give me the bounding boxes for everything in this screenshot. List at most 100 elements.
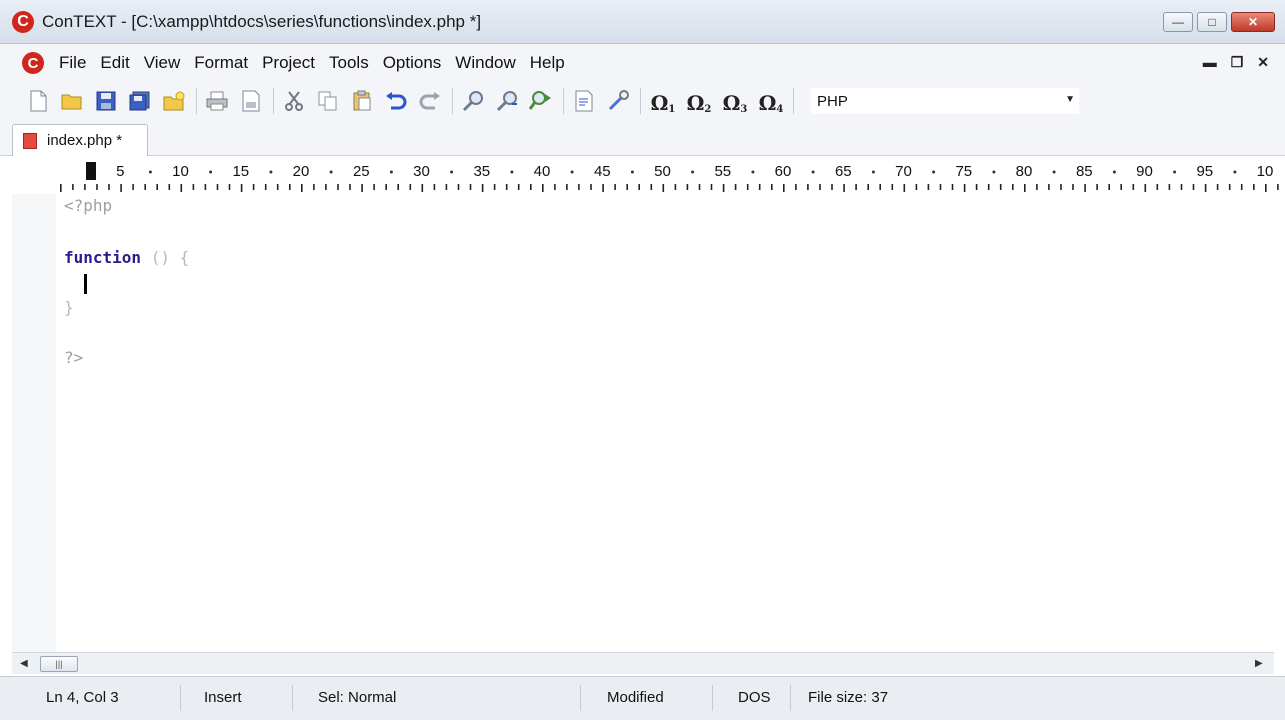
ruler-tick [337, 184, 339, 190]
ruler-label: 10 [172, 163, 189, 180]
status-selection-mode: Sel: Normal [318, 689, 397, 706]
ruler-dot [450, 170, 454, 174]
print-icon[interactable] [203, 87, 231, 115]
print-preview-icon[interactable] [237, 87, 265, 115]
ruler-dot [209, 170, 213, 174]
ruler-tick [289, 184, 291, 190]
minimize-button[interactable]: — [1163, 12, 1193, 32]
paste-icon[interactable] [348, 87, 376, 115]
find-next-icon[interactable] [493, 87, 521, 115]
undo-icon[interactable] [382, 87, 410, 115]
ruler-tick [650, 184, 653, 190]
ruler-tick [1084, 184, 1086, 192]
replace-icon[interactable] [527, 87, 555, 115]
macro-1-icon[interactable]: Ω1 [647, 87, 679, 115]
ruler-tick [638, 184, 640, 190]
redo-icon[interactable] [416, 87, 444, 115]
code-line-3: function () { [64, 246, 189, 270]
ruler-tick [1120, 184, 1122, 190]
ruler-label: 45 [594, 163, 611, 180]
macro-2-icon[interactable]: Ω2 [683, 87, 715, 115]
tab-index-php[interactable]: index.php * [12, 124, 148, 156]
ruler-tick [168, 184, 171, 190]
menu-view[interactable]: View [137, 53, 188, 73]
menu-help[interactable]: Help [523, 53, 572, 73]
ruler-tick [1216, 184, 1219, 190]
ruler-label: 55 [714, 163, 731, 180]
ruler-tick [120, 184, 122, 192]
syntax-highlighter-select[interactable]: PHP ▼ [810, 87, 1080, 115]
dropdown-arrow-icon[interactable]: ▼ [1065, 94, 1075, 105]
column-ruler: 5 10 15 20 25 30 35 40 45 50 55 60 65 70 75 80 85 90 95 10 [56, 156, 1285, 194]
ruler-tick [686, 184, 689, 190]
toolbar-separator [793, 88, 794, 114]
ruler-tick [1228, 184, 1231, 190]
ruler-tick [1144, 184, 1147, 192]
menu-project[interactable]: Project [255, 53, 322, 73]
ruler-tick [325, 184, 327, 190]
doc-restore-icon[interactable]: ❐ [1231, 54, 1244, 71]
scroll-left-icon[interactable]: ◀ [20, 658, 28, 669]
ruler-tick [590, 184, 592, 190]
menu-tools[interactable]: Tools [322, 53, 376, 73]
menu-options[interactable]: Options [376, 53, 449, 73]
ruler-tick [385, 184, 387, 190]
scroll-right-icon[interactable]: ▶ [1255, 658, 1263, 669]
ruler-tick [939, 184, 942, 190]
ruler-tick [903, 184, 906, 192]
ruler-tick [1060, 184, 1062, 190]
menu-window[interactable]: Window [448, 53, 522, 73]
find-icon[interactable] [459, 87, 487, 115]
ruler-tick [626, 184, 628, 190]
code-editor[interactable]: <?php function () { } ?> [56, 194, 1275, 652]
ruler-tick [192, 184, 195, 190]
menu-file[interactable]: File [52, 53, 93, 73]
document-properties-icon[interactable] [570, 87, 598, 115]
status-divider [292, 685, 293, 711]
macro-4-icon[interactable]: Ω4 [755, 87, 787, 115]
horizontal-scrollbar[interactable]: ◀ ||| ▶ [12, 652, 1274, 674]
doc-close-icon[interactable]: ✕ [1257, 54, 1269, 71]
menu-edit[interactable]: Edit [93, 53, 136, 73]
ruler-label: 80 [1016, 163, 1033, 180]
ruler-dot [630, 170, 634, 174]
ruler-tick [84, 184, 86, 190]
scroll-thumb[interactable]: ||| [40, 656, 78, 672]
ruler-tick [963, 184, 966, 192]
ruler-tick [1253, 184, 1255, 190]
ruler-tick [1024, 184, 1026, 192]
ruler-tick [831, 184, 833, 190]
menu-format[interactable]: Format [187, 53, 255, 73]
ruler-tick [807, 184, 809, 190]
macro-3-icon[interactable]: Ω3 [719, 87, 751, 115]
document-menu-icon[interactable]: C [22, 52, 44, 74]
open-folder-star-icon[interactable] [160, 87, 188, 115]
cut-icon[interactable] [280, 87, 308, 115]
ruler-tick [879, 184, 881, 190]
open-file-icon[interactable] [58, 87, 86, 115]
ruler-tick [819, 184, 821, 190]
ruler-tick [1096, 184, 1098, 190]
ruler-dot [811, 170, 815, 174]
ruler-tick [975, 184, 978, 190]
ruler-tick [554, 184, 556, 190]
ruler-dot [992, 170, 996, 174]
doc-minimize-icon[interactable]: ▬ [1203, 54, 1217, 71]
close-button[interactable]: ✕ [1231, 12, 1275, 32]
toolbar-separator [196, 88, 197, 114]
save-all-icon[interactable] [126, 87, 154, 115]
php-file-icon [23, 132, 37, 149]
status-divider [180, 685, 181, 711]
status-bar: Ln 4, Col 3 Insert Sel: Normal Modified … [0, 676, 1285, 720]
ruler-tick [674, 184, 677, 190]
save-icon[interactable] [92, 87, 120, 115]
ruler-tick [216, 184, 219, 190]
keyword-function: function [64, 248, 142, 267]
ruler-tick [1072, 184, 1074, 190]
copy-icon[interactable] [314, 87, 342, 115]
maximize-button[interactable]: □ [1197, 12, 1227, 32]
ruler-tick [698, 184, 701, 190]
settings-tools-icon[interactable] [604, 87, 632, 115]
new-file-icon[interactable] [24, 87, 52, 115]
